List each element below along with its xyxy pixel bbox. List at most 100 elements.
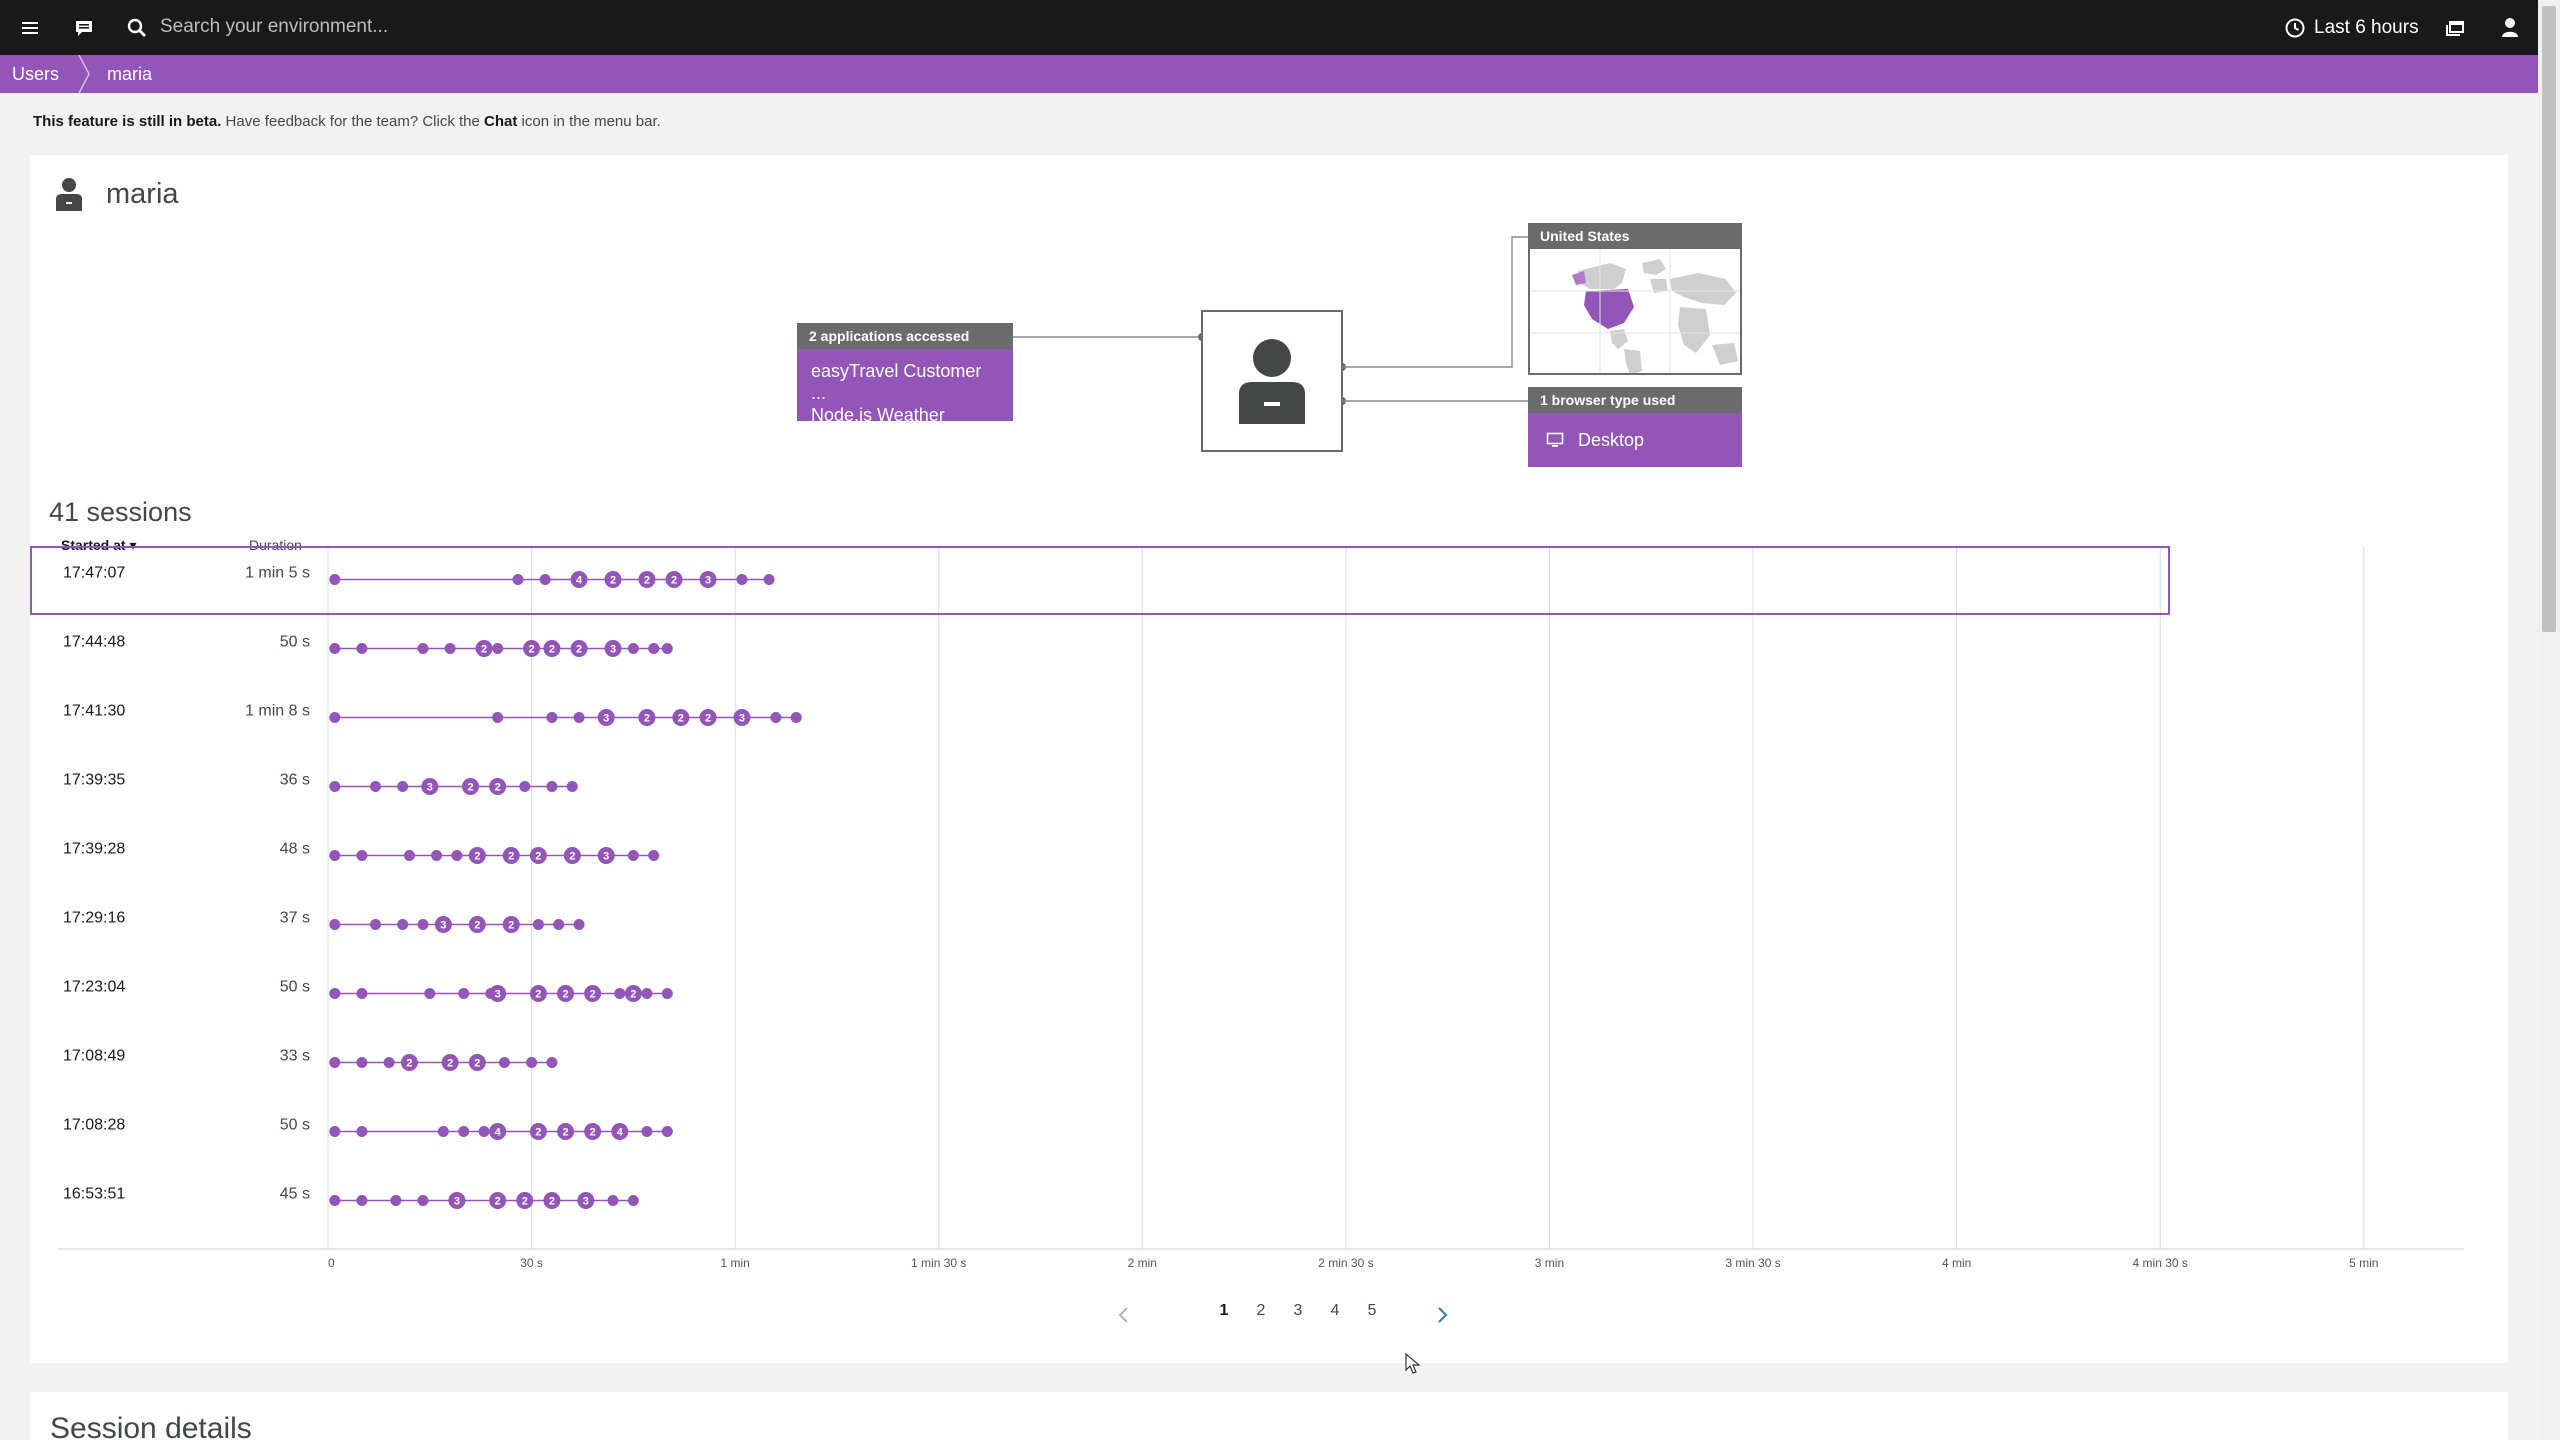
menu-icon[interactable] — [14, 12, 46, 44]
user-action-dot — [329, 643, 341, 654]
session-row[interactable] — [31, 892, 2169, 959]
window-icon[interactable] — [2440, 12, 2472, 44]
user-action-dot — [329, 988, 341, 999]
user-action-dot — [478, 1126, 490, 1137]
user-action-count: 2 — [644, 575, 650, 587]
user-action-dot — [356, 1126, 368, 1137]
session-row[interactable] — [31, 1030, 2169, 1097]
user-action-dot — [519, 781, 531, 792]
user-action-dot — [370, 781, 382, 792]
session-row[interactable] — [31, 1168, 2169, 1235]
breadcrumb-maria[interactable]: maria — [95, 55, 174, 93]
user-action-dot — [356, 643, 368, 654]
session-row[interactable] — [31, 685, 2169, 752]
applications-box[interactable]: 2 applications accessed easyTravel Custo… — [797, 323, 1013, 425]
user-action-count: 2 — [590, 989, 596, 1001]
page-3[interactable]: 3 — [1288, 1302, 1308, 1320]
breadcrumb-separator — [78, 55, 95, 93]
user-name: maria — [106, 177, 179, 210]
session-duration: 1 min 8 s — [245, 703, 310, 720]
user-action-dot — [539, 574, 551, 585]
user-action-dot — [546, 781, 558, 792]
user-action-count: 2 — [562, 1127, 568, 1139]
user-action-dot — [532, 919, 544, 930]
beta-notice: This feature is still in beta. Have feed… — [33, 113, 661, 130]
application-item[interactable]: easyTravel Customer ... — [811, 360, 999, 404]
user-action-dot — [607, 1195, 619, 1206]
page-1[interactable]: 1 — [1214, 1302, 1234, 1320]
user-action-count: 2 — [474, 1058, 480, 1070]
session-start-time: 16:53:51 — [63, 1186, 125, 1203]
browser-box[interactable]: 1 browser type used Desktop — [1528, 387, 1742, 467]
mouse-cursor-icon — [1405, 1352, 1421, 1374]
user-card: maria 2 applications accessed easyTravel… — [30, 155, 2508, 1363]
browser-item[interactable]: Desktop — [1528, 413, 1742, 467]
user-icon[interactable] — [2494, 12, 2526, 44]
user-action-count: 3 — [603, 851, 609, 863]
axis-tick-label: 30 s — [520, 1256, 543, 1270]
page-scrollbar[interactable] — [2538, 0, 2560, 1440]
user-action-dot — [492, 712, 504, 723]
chat-icon[interactable] — [68, 12, 100, 44]
page-2[interactable]: 2 — [1251, 1302, 1271, 1320]
sessions-title: 41 sessions — [49, 497, 192, 527]
session-row[interactable] — [31, 961, 2169, 1028]
breadcrumb-users[interactable]: Users — [0, 55, 81, 93]
session-start-time: 17:39:28 — [63, 841, 125, 858]
user-action-dot — [627, 850, 639, 861]
country-box[interactable]: United States — [1528, 223, 1742, 375]
timeframe-label: Last 6 hours — [2314, 17, 2419, 38]
axis-tick-label: 1 min — [720, 1256, 749, 1270]
page-4[interactable]: 4 — [1325, 1302, 1345, 1320]
user-action-count: 3 — [583, 1196, 589, 1208]
user-action-dot — [512, 574, 524, 585]
user-action-dot — [573, 919, 585, 930]
user-action-dot — [526, 1057, 538, 1068]
timeframe-selector[interactable]: Last 6 hours — [2284, 14, 2419, 42]
user-action-count: 2 — [705, 713, 711, 725]
session-row[interactable] — [31, 547, 2169, 614]
session-duration: 36 s — [280, 772, 310, 789]
beta-notice-bold: This feature is still in beta. — [33, 113, 222, 130]
previous-page-icon[interactable] — [1110, 1301, 1138, 1329]
user-action-dot — [736, 574, 748, 585]
country-heading: United States — [1528, 223, 1742, 249]
session-start-time: 17:47:07 — [63, 565, 125, 582]
beta-notice-end: icon in the menu bar. — [517, 113, 661, 130]
pagination: 1 2 3 4 5 — [1110, 1295, 1470, 1335]
user-action-dot — [661, 643, 673, 654]
axis-tick-label: 3 min 30 s — [1725, 1256, 1780, 1270]
user-action-dot — [648, 643, 660, 654]
user-action-count: 2 — [569, 851, 575, 863]
session-duration: 1 min 5 s — [245, 565, 310, 582]
session-duration: 48 s — [280, 841, 310, 858]
next-page-icon[interactable] — [1428, 1301, 1456, 1329]
sessions-timeline: 0 30 s 1 min 1 min 30 s 2 min 2 min 30 s 3 min… — [30, 546, 2464, 1270]
session-row[interactable] — [31, 823, 2169, 890]
page-5[interactable]: 5 — [1362, 1302, 1382, 1320]
search-input[interactable] — [160, 8, 860, 46]
breadcrumb-users-label: Users — [12, 63, 60, 84]
user-action-count: 2 — [671, 575, 677, 587]
user-action-dot — [390, 1195, 402, 1206]
session-row[interactable] — [31, 616, 2169, 683]
user-action-count: 3 — [440, 920, 446, 932]
user-action-count: 2 — [644, 713, 650, 725]
session-row[interactable] — [31, 754, 2169, 821]
user-avatar-icon — [1239, 339, 1305, 424]
session-start-time: 17:23:04 — [63, 979, 125, 996]
user-action-dot — [451, 850, 463, 861]
user-action-count: 2 — [535, 989, 541, 1001]
application-item[interactable]: Node.js Weather — [811, 404, 999, 426]
beta-notice-chat: Chat — [484, 113, 518, 130]
user-action-count: 2 — [474, 851, 480, 863]
user-action-dot — [397, 781, 409, 792]
user-action-dot — [614, 988, 626, 999]
user-action-count: 2 — [406, 1058, 412, 1070]
user-action-dot — [329, 1126, 341, 1137]
user-action-dot — [356, 988, 368, 999]
user-action-count: 4 — [617, 1127, 624, 1139]
user-action-dot — [641, 1126, 653, 1137]
session-row[interactable] — [31, 1099, 2169, 1166]
scrollbar-thumb[interactable] — [2542, 6, 2556, 632]
